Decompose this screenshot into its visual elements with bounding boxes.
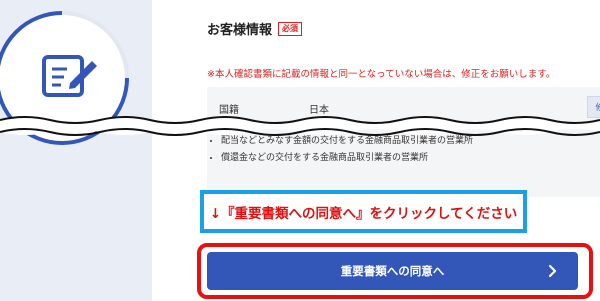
nationality-value: 日本	[309, 105, 329, 116]
nationality-row: 国籍 日本	[219, 101, 579, 116]
agree-documents-button[interactable]: 重要書類への同意へ	[207, 252, 578, 290]
list-item: 償還金などの交付をする金融商品取引業者の営業所	[221, 150, 600, 167]
required-badge: 必須	[278, 21, 303, 36]
instruction-callout: ↓『重要書類への同意へ』をクリックしてください	[200, 190, 527, 233]
list-item: 配当などとみなす金額の交付をする金融商品取引業者の営業所	[221, 133, 600, 150]
correction-notice: ※本人確認書類に記載の情報と同一となっていない場合は、修正をお願いします。	[207, 69, 556, 80]
page: お客様情報 必須 ※本人確認書類に記載の情報と同一となっていない場合は、修正をお…	[0, 0, 600, 301]
chevron-right-icon	[548, 264, 557, 278]
section-title: お客様情報 必須	[207, 19, 303, 38]
office-list: 配当などとみなす金額の交付をする金融商品取引業者の営業所 償還金などの交付をする…	[207, 133, 600, 166]
section-title-text: お客様情報	[207, 23, 273, 38]
step-icon-circle	[0, 11, 129, 145]
nationality-label: 国籍	[219, 105, 239, 116]
edit-nationality-button[interactable]: 修正	[587, 96, 600, 118]
agree-documents-button-label: 重要書類への同意へ	[340, 264, 445, 278]
